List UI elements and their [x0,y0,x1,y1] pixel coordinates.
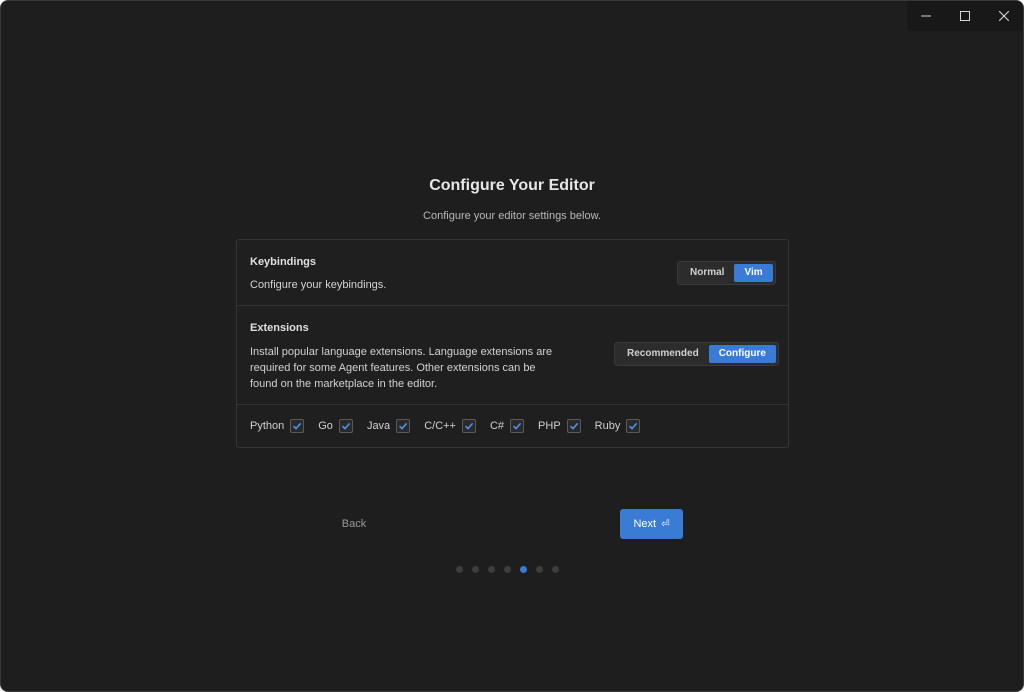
close-icon [998,11,1009,21]
minimize-button[interactable] [907,1,945,31]
maximize-button[interactable] [946,1,984,31]
page-title: Configure Your Editor [429,177,595,194]
progress-dot [504,566,511,573]
checkmark-icon [464,422,474,430]
language-java[interactable]: Java [366,419,411,433]
ruby-checkbox[interactable] [626,419,641,433]
keybindings-heading: Keybindings [250,256,317,268]
progress-dot [456,566,463,573]
extensions-description: Install popular language extensions. Lan… [250,346,553,390]
keybindings-description: Configure your keybindings. [250,279,387,291]
minimize-icon [921,11,932,21]
checkmark-icon [341,422,351,430]
extensions-section: Extensions Install popular language exte… [237,306,788,405]
page-subtitle: Configure your editor settings below. [423,210,601,222]
language-label: Go [318,420,333,432]
language-label: PHP [538,420,561,432]
window-controls [907,1,1023,31]
next-button-label: Next [633,518,657,530]
next-button[interactable]: Next ⏎ [620,509,683,539]
extensions-option-recommended[interactable]: Recommended [617,345,709,363]
progress-dot-current [520,566,527,573]
extensions-option-configure[interactable]: Configure [708,345,776,363]
language-label: C/C++ [424,420,456,432]
csharp-checkbox[interactable] [510,419,525,433]
language-csharp[interactable]: C# [489,419,525,433]
java-checkbox[interactable] [396,419,411,433]
checkmark-icon [399,422,408,430]
progress-dot [536,566,543,573]
extensions-heading: Extensions [250,322,309,334]
progress-dot [552,566,559,573]
checkmark-icon [569,422,578,430]
extensions-toggle: Recommended Configure [614,342,779,366]
progress-dot [472,566,479,573]
step-progress-indicator [456,566,568,573]
back-button[interactable]: Back [323,509,385,539]
maximize-icon [959,11,970,21]
language-extensions-section: Python Go Java C/C++ C# PHP Ruby [237,405,788,447]
keybindings-section: Keybindings Configure your keybindings. … [237,240,788,306]
language-php[interactable]: PHP [538,419,581,433]
python-checkbox[interactable] [290,419,305,433]
checkmark-icon [512,422,522,430]
enter-key-icon: ⏎ [661,518,670,530]
php-checkbox[interactable] [566,419,581,433]
setup-window: Configure Your Editor Configure your edi… [0,0,1024,692]
language-label: Java [366,420,391,432]
language-label: C# [489,420,505,432]
language-label: Ruby [594,420,621,432]
cpp-checkbox[interactable] [461,419,476,433]
settings-card: Keybindings Configure your keybindings. … [236,239,789,448]
keybinding-option-normal[interactable]: Normal [680,264,734,282]
progress-dot [488,566,495,573]
close-button[interactable] [985,1,1023,31]
checkmark-icon [629,422,638,430]
checkmark-icon [293,422,302,430]
go-checkbox[interactable] [338,419,353,433]
keybindings-toggle: Normal Vim [677,261,776,285]
keybinding-option-vim[interactable]: Vim [734,264,773,282]
language-cpp[interactable]: C/C++ [424,419,476,433]
language-label: Python [250,420,285,432]
language-checkbox-list: Python Go Java C/C++ C# PHP Ruby [250,419,654,433]
language-ruby[interactable]: Ruby [595,419,641,433]
language-go[interactable]: Go [318,419,353,433]
language-python[interactable]: Python [250,419,305,433]
